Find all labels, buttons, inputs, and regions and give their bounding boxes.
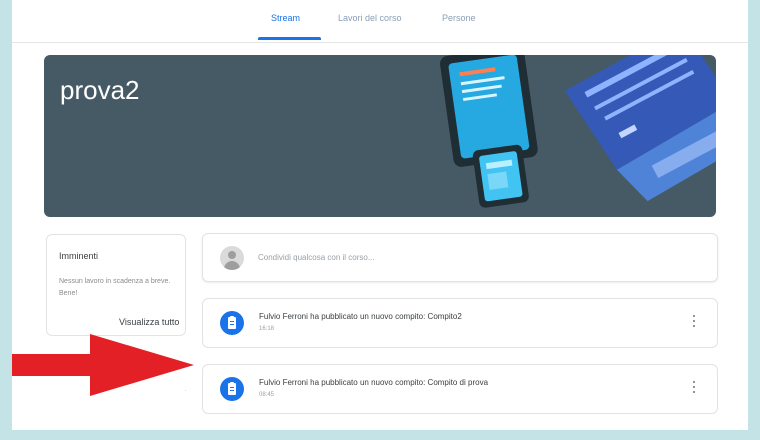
left-divider [185,390,186,391]
assignment-icon [220,377,244,401]
stream-item-title: Fulvio Ferroni ha pubblicato un nuovo co… [259,378,489,387]
classroom-page: Stream Lavori del corso Persone prova2 I… [12,0,748,430]
stream-item[interactable]: Fulvio Ferroni ha pubblicato un nuovo co… [202,298,718,348]
tab-persone[interactable]: Persone [442,13,476,23]
tab-stream[interactable]: Stream [271,13,300,23]
stream-item-title: Fulvio Ferroni ha pubblicato un nuovo co… [259,312,462,321]
banner-illustration [440,55,716,208]
share-placeholder[interactable]: Condividi qualcosa con il corso... [258,253,375,262]
red-arrow-icon [12,334,194,396]
assignment-glyph [228,316,236,329]
upcoming-title: Imminenti [59,251,99,261]
more-vert-icon[interactable] [691,381,697,397]
upcoming-card: Imminenti Nessun lavoro in scadenza a br… [46,234,186,336]
active-tab-indicator [258,37,321,40]
avatar-shoulders [224,261,240,270]
screenshot-frame: Stream Lavori del corso Persone prova2 I… [0,0,760,440]
more-vert-icon[interactable] [691,315,697,331]
tab-lavori-del-corso[interactable]: Lavori del corso [338,13,402,23]
course-banner: prova2 [44,55,716,217]
stream-item-time: 08:45 [259,392,275,398]
avatar-head [228,251,236,259]
share-post-box[interactable]: Condividi qualcosa con il corso... [202,233,718,282]
stream-item[interactable]: Fulvio Ferroni ha pubblicato un nuovo co… [202,364,718,414]
stream-item-time: 16:18 [259,326,275,332]
assignment-icon [220,311,244,335]
avatar-icon [220,246,244,270]
upcoming-text: Nessun lavoro in scadenza a breve. Bene! [59,278,171,297]
assignment-glyph [228,382,236,395]
view-all-link[interactable]: Visualizza tutto [119,317,179,327]
top-tabs: Stream Lavori del corso Persone [12,0,748,43]
